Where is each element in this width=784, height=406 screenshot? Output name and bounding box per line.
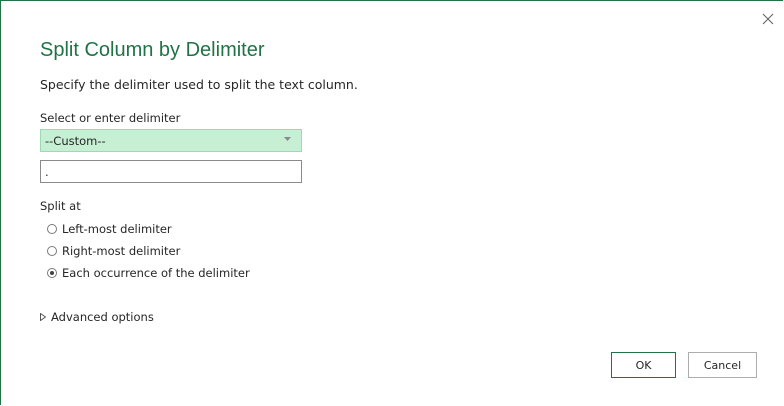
split-column-dialog: Split Column by Delimiter Specify the de… — [0, 0, 783, 405]
radio-right-most[interactable]: Right-most delimiter — [47, 244, 180, 258]
split-at-label: Split at — [40, 199, 81, 213]
delimiter-label: Select or enter delimiter — [40, 111, 181, 125]
radio-left-most[interactable]: Left-most delimiter — [47, 222, 172, 236]
close-button[interactable] — [759, 10, 777, 28]
close-icon — [762, 13, 774, 25]
delimiter-select[interactable]: --Custom-- — [40, 129, 302, 152]
radio-button-each-occurrence[interactable] — [47, 268, 57, 278]
dialog-subtitle: Specify the delimiter used to split the … — [40, 77, 358, 92]
radio-each-occurrence[interactable]: Each occurrence of the delimiter — [47, 266, 250, 280]
chevron-down-icon — [284, 137, 291, 141]
ok-button[interactable]: OK — [611, 352, 676, 378]
radio-label-right-most: Right-most delimiter — [62, 244, 181, 258]
dialog-title: Split Column by Delimiter — [40, 39, 265, 61]
radio-button-right-most[interactable] — [47, 246, 57, 256]
advanced-options-label: Advanced options — [51, 310, 154, 324]
radio-label-each-occurrence: Each occurrence of the delimiter — [62, 266, 250, 280]
radio-button-left-most[interactable] — [47, 224, 57, 234]
triangle-right-icon — [40, 313, 46, 321]
custom-delimiter-input[interactable] — [40, 160, 302, 183]
radio-label-left-most: Left-most delimiter — [62, 222, 172, 236]
delimiter-select-value: --Custom-- — [45, 133, 106, 148]
advanced-options-toggle[interactable]: Advanced options — [40, 310, 154, 324]
cancel-button[interactable]: Cancel — [688, 352, 757, 378]
